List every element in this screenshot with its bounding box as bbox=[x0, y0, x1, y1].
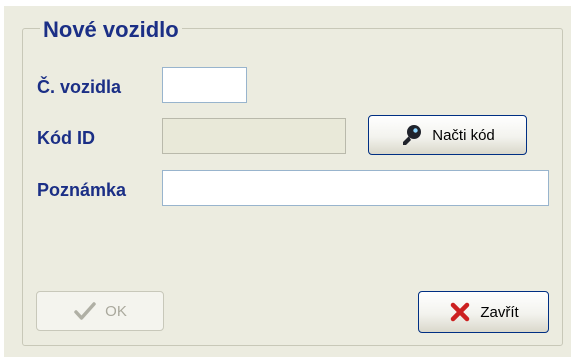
checkmark-icon bbox=[73, 299, 97, 323]
ok-button[interactable]: OK bbox=[36, 291, 164, 331]
close-label: Zavřít bbox=[480, 303, 519, 321]
new-vehicle-dialog: Nové vozidlo Č. vozidla Kód ID Načti kód… bbox=[4, 6, 571, 357]
close-button[interactable]: Zavřít bbox=[418, 291, 549, 333]
id-code-input bbox=[162, 118, 346, 154]
note-label: Poznámka bbox=[37, 180, 127, 200]
vehicle-number-label: Č. vozidla bbox=[37, 77, 122, 97]
key-icon bbox=[400, 123, 424, 147]
read-code-button[interactable]: Načti kód bbox=[368, 115, 527, 155]
red-x-icon bbox=[448, 300, 472, 324]
note-input[interactable] bbox=[162, 170, 549, 206]
groupbox-title: Nové vozidlo bbox=[40, 16, 182, 44]
read-code-label: Načti kód bbox=[432, 126, 495, 144]
id-code-label: Kód ID bbox=[37, 128, 95, 148]
vehicle-number-input[interactable] bbox=[162, 67, 247, 103]
ok-label: OK bbox=[105, 302, 127, 320]
